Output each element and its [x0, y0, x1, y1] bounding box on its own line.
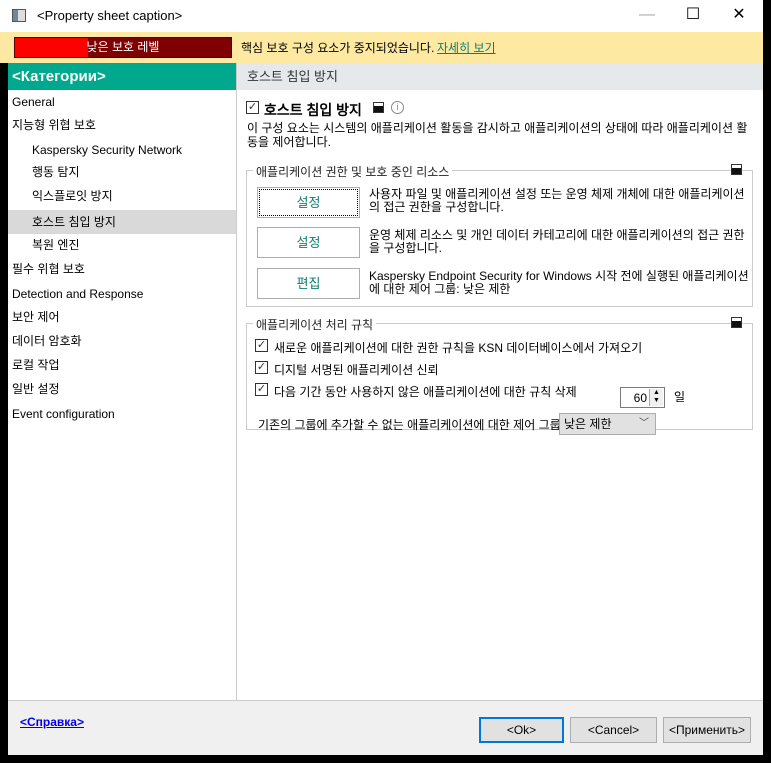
sidebar-item-data-encryption[interactable]: 데이터 암호화 [8, 329, 236, 353]
dialog-footer: <Справка> <Ok> <Cancel> <Применить> [8, 700, 763, 755]
sidebar-item-exploit-prevention[interactable]: 익스플로잇 방지 [8, 184, 236, 208]
help-link[interactable]: <Справка> [20, 715, 84, 729]
sidebar-item-host-intrusion-prevention[interactable]: 호스트 침입 방지 [8, 210, 236, 234]
cancel-button[interactable]: <Cancel> [570, 717, 657, 743]
trust-signed-label: 디지털 서명된 애플리케이션 신뢰 [274, 363, 439, 377]
sidebar-item-general-settings[interactable]: 일반 설정 [8, 377, 236, 401]
delete-unused-rules-label: 다음 기간 동안 사용하지 않은 애플리케이션에 대한 규칙 삭제 [274, 385, 577, 399]
lock-icon[interactable] [731, 317, 742, 328]
settings-button-2[interactable]: 설정 [257, 227, 360, 258]
group-label: 애플리케이션 처리 규칙 [253, 316, 377, 333]
category-sidebar: <Категории> General 지능형 위협 보호 Kaspersky … [8, 63, 237, 700]
sidebar-item-advanced-threat-protection[interactable]: 지능형 위협 보호 [8, 113, 236, 137]
row-description: Kaspersky Endpoint Security for Windows … [369, 269, 749, 296]
days-value: 60 [633, 391, 647, 405]
ksn-rules-checkbox[interactable]: ✓ [255, 339, 268, 352]
trust-signed-checkbox[interactable]: ✓ [255, 361, 268, 374]
categories-header: <Категории> [8, 63, 236, 90]
sidebar-item-remediation-engine[interactable]: 복원 엔진 [8, 233, 236, 257]
stepper-arrows[interactable]: ▲ ▼ [649, 389, 663, 406]
row-description: 운영 체제 리소스 및 개인 데이터 카테고리에 대한 애플리케이션의 접근 권… [369, 228, 745, 255]
control-group-value: 낮은 제한 [564, 417, 612, 431]
banner-message: 핵심 보호 구성 요소가 중지되었습니다. [241, 41, 435, 55]
days-unit: 일 [674, 390, 686, 404]
apply-button[interactable]: <Применить> [663, 717, 751, 743]
minimize-button[interactable]: — [624, 0, 670, 32]
settings-button-1[interactable]: 설정 [257, 187, 360, 218]
window-title: <Property sheet caption> [37, 8, 183, 23]
group-label: 애플리케이션 권한 및 보호 중인 리소스 [253, 163, 453, 180]
component-title: 호스트 침입 방지 [264, 102, 362, 118]
sidebar-item-security-controls[interactable]: 보안 제어 [8, 305, 236, 329]
details-link[interactable]: 자세히 보기 [437, 39, 496, 56]
row-description: 사용자 파일 및 애플리케이션 설정 또는 운영 체제 개체에 대한 애플리케이… [369, 187, 745, 214]
info-icon[interactable]: i [391, 101, 404, 114]
protection-level-label: 낮은 보호 레벨 [86, 40, 160, 54]
sidebar-item-general[interactable]: General [8, 90, 236, 114]
control-group-select[interactable]: 낮은 제한 ﹀ [559, 413, 656, 435]
maximize-button[interactable]: ☐ [670, 0, 716, 32]
section-header: 호스트 침입 방지 [237, 63, 763, 90]
main-panel: 호스트 침입 방지 ✓ 호스트 침입 방지 i 이 구성 요소는 시스템의 애플… [237, 63, 763, 700]
days-stepper[interactable]: 60 ▲ ▼ [620, 387, 665, 408]
control-group-label: 기존의 그룹에 추가할 수 없는 애플리케이션에 대한 제어 그룹 [258, 418, 561, 432]
app-rights-group: 애플리케이션 권한 및 보호 중인 리소스 설정 사용자 파일 및 애플리케이션… [246, 163, 753, 307]
sidebar-item-ksn[interactable]: Kaspersky Security Network [8, 138, 236, 162]
ok-button[interactable]: <Ok> [479, 717, 564, 743]
lock-icon[interactable] [731, 164, 742, 175]
chevron-down-icon: ﹀ [639, 418, 649, 429]
protection-level-bar: 낮은 보호 레벨 [14, 37, 232, 58]
sidebar-item-essential-threat-protection[interactable]: 필수 위협 보호 [8, 257, 236, 281]
lock-icon[interactable] [373, 102, 384, 113]
sidebar-item-event-configuration[interactable]: Event configuration [8, 402, 236, 426]
component-enable-checkbox[interactable]: ✓ [246, 101, 259, 114]
component-description: 이 구성 요소는 시스템의 애플리케이션 활동을 감시하고 애플리케이션의 상태… [247, 121, 748, 149]
ksn-rules-label: 새로운 애플리케이션에 대한 권한 규칙을 KSN 데이터베이스에서 가져오기 [274, 341, 643, 355]
title-bar: <Property sheet caption> — ☐ ✕ [0, 0, 763, 32]
app-processing-rules-group: 애플리케이션 처리 규칙 ✓ 새로운 애플리케이션에 대한 권한 규칙을 KSN… [246, 316, 753, 435]
sidebar-item-detection-response[interactable]: Detection and Response [8, 282, 236, 306]
app-icon [12, 9, 26, 22]
close-button[interactable]: ✕ [716, 0, 762, 32]
sidebar-item-behavior-detection[interactable]: 행동 탐지 [8, 160, 236, 184]
edit-button[interactable]: 편집 [257, 268, 360, 299]
delete-unused-rules-checkbox[interactable]: ✓ [255, 383, 268, 396]
sidebar-item-local-tasks[interactable]: 로컬 작업 [8, 353, 236, 377]
